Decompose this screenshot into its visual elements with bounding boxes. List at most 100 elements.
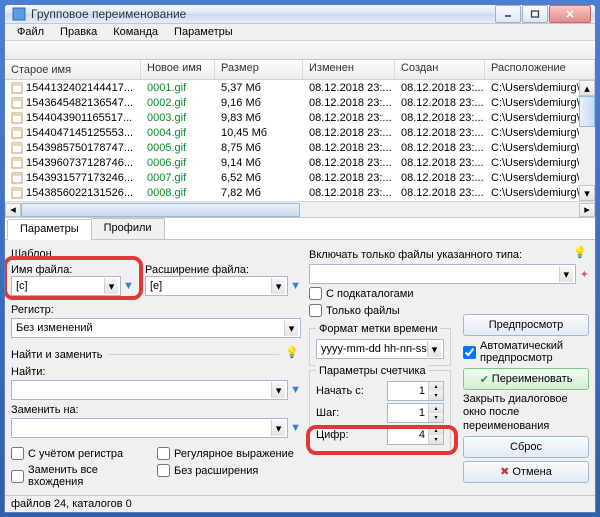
table-row[interactable]: 1543645482136547...0002.gif9,16 Мб08.12.… xyxy=(5,95,595,110)
chevron-down-icon[interactable]: ▾ xyxy=(427,341,441,357)
register-label: Регистр: xyxy=(11,304,301,316)
template-section-label: Шаблон xyxy=(11,248,301,260)
file-icon xyxy=(11,127,23,139)
tab-profiles[interactable]: Профили xyxy=(91,218,165,239)
tab-strip: Параметры Профили xyxy=(5,218,595,240)
menu-command[interactable]: Команда xyxy=(105,24,166,40)
file-icon xyxy=(11,82,23,94)
regex-checkbox[interactable]: Регулярное выражение xyxy=(157,447,294,460)
file-grid: Старое имя Новое имя Размер Изменен Созд… xyxy=(5,60,595,218)
action-buttons: Предпросмотр Автоматический предпросмотр… xyxy=(463,314,589,483)
include-label: Включать только файлы указанного типа: xyxy=(309,249,522,261)
scroll-right-icon[interactable]: ▸ xyxy=(579,203,595,217)
grid-header: Старое имя Новое имя Размер Изменен Созд… xyxy=(5,60,595,80)
counter-legend: Параметры счетчика xyxy=(316,365,429,377)
bottom-panel: Параметры Профили Шаблон Имя файла: [c] … xyxy=(5,218,595,495)
scroll-thumb-h[interactable] xyxy=(21,203,300,217)
minimize-button[interactable] xyxy=(495,5,521,23)
x-icon: ✖ xyxy=(500,465,509,478)
digits-input[interactable] xyxy=(388,429,428,441)
col-old[interactable]: Старое имя xyxy=(5,60,141,79)
scroll-up-icon[interactable]: ▴ xyxy=(579,80,595,96)
table-row[interactable]: 1543985750178747...0005.gif8,75 Мб08.12.… xyxy=(5,140,595,155)
ts-legend: Формат метки времени xyxy=(316,323,440,335)
tab-params[interactable]: Параметры xyxy=(7,219,92,240)
digits-label: Цифр: xyxy=(316,429,383,441)
scroll-left-icon[interactable]: ◂ xyxy=(5,203,21,217)
file-icon xyxy=(11,142,23,154)
filter-icon[interactable]: ✦ xyxy=(580,268,589,281)
table-row[interactable]: 1543960737128746...0006.gif9,14 Мб08.12.… xyxy=(5,155,595,170)
ext-dropdown-icon[interactable]: ▼ xyxy=(290,280,301,292)
chevron-down-icon[interactable]: ▾ xyxy=(104,278,118,294)
start-label: Начать с: xyxy=(316,385,383,397)
check-icon: ✔ xyxy=(480,373,489,386)
start-spin[interactable]: ▴▾ xyxy=(387,381,444,401)
col-crt[interactable]: Создан xyxy=(395,60,485,79)
app-window: Групповое переименование Файл Правка Ком… xyxy=(4,4,596,513)
chevron-down-icon[interactable]: ▾ xyxy=(271,278,285,294)
chevron-down-icon[interactable]: ▾ xyxy=(271,420,285,436)
reset-button[interactable]: Сброс xyxy=(463,436,589,458)
case-checkbox[interactable]: С учётом регистра xyxy=(11,447,151,460)
table-row[interactable]: 1543931577173246...0007.gif6,52 Мб08.12.… xyxy=(5,170,595,185)
ts-combo[interactable]: yyyy-mm-dd hh-nn-ss ▾ xyxy=(316,339,444,359)
replace-combo[interactable]: ▾ xyxy=(11,418,288,438)
scroll-down-icon[interactable]: ▾ xyxy=(579,185,595,201)
titlebar[interactable]: Групповое переименование xyxy=(5,5,595,24)
col-size[interactable]: Размер xyxy=(215,60,303,79)
auto-preview-checkbox[interactable]: Автоматический предпросмотр xyxy=(463,340,589,364)
file-icon xyxy=(11,157,23,169)
start-input[interactable] xyxy=(388,385,428,397)
scrollbar-vertical[interactable]: ▴ ▾ xyxy=(579,80,595,201)
rename-button[interactable]: ✔Переименовать xyxy=(463,368,589,390)
subdirs-checkbox[interactable]: С подкаталогами xyxy=(309,287,589,300)
maximize-button[interactable] xyxy=(522,5,548,23)
all-checkbox[interactable]: Заменить все вхождения xyxy=(11,464,151,488)
help-icon[interactable]: 💡 xyxy=(285,346,301,362)
file-icon xyxy=(11,172,23,184)
menu-edit[interactable]: Правка xyxy=(52,24,105,40)
timestamp-fieldset: Формат метки времени yyyy-mm-dd hh-nn-ss… xyxy=(309,328,451,366)
left-column: Шаблон Имя файла: [c] ▾ ▼ xyxy=(11,246,301,489)
cancel-button[interactable]: ✖Отмена xyxy=(463,461,589,483)
replace-dropdown-icon[interactable]: ▼ xyxy=(290,422,301,434)
scroll-thumb-v[interactable] xyxy=(579,96,595,127)
table-row[interactable]: 1544043901165517...0003.gif9,83 Мб08.12.… xyxy=(5,110,595,125)
table-row[interactable]: 1544132402144417...0001.gif5,37 Мб08.12.… xyxy=(5,80,595,95)
step-input[interactable] xyxy=(388,407,428,419)
close-button[interactable] xyxy=(549,5,591,23)
ext-combo[interactable]: [e] ▾ xyxy=(145,276,288,296)
menu-file[interactable]: Файл xyxy=(9,24,52,40)
find-dropdown-icon[interactable]: ▼ xyxy=(290,384,301,396)
right-column: Включать только файлы указанного типа: 💡… xyxy=(309,246,589,489)
file-icon xyxy=(11,187,23,199)
preview-button[interactable]: Предпросмотр xyxy=(463,314,589,336)
grid-body[interactable]: 1544132402144417...0001.gif5,37 Мб08.12.… xyxy=(5,80,595,201)
chevron-down-icon[interactable]: ▾ xyxy=(284,320,298,336)
params-panel: Шаблон Имя файла: [c] ▾ ▼ xyxy=(5,240,595,495)
scrollbar-horizontal[interactable]: ◂ ▸ xyxy=(5,201,595,217)
col-loc[interactable]: Расположение xyxy=(485,60,595,79)
noext-checkbox[interactable]: Без расширения xyxy=(157,464,258,477)
col-new[interactable]: Новое имя xyxy=(141,60,215,79)
table-row[interactable]: 1544047145125553...0004.gif10,45 Мб08.12… xyxy=(5,125,595,140)
counter-fieldset: Параметры счетчика Начать с: ▴▾ Шаг: ▴▾ xyxy=(309,370,451,454)
include-combo[interactable]: ▾ xyxy=(309,264,576,284)
file-icon xyxy=(11,112,23,124)
register-combo[interactable]: Без изменений ▾ xyxy=(11,318,301,338)
chevron-down-icon[interactable]: ▾ xyxy=(271,382,285,398)
find-combo[interactable]: ▾ xyxy=(11,380,288,400)
find-label: Найти: xyxy=(11,366,301,378)
filename-dropdown-icon[interactable]: ▼ xyxy=(123,280,134,292)
filename-combo[interactable]: [c] ▾ xyxy=(11,276,121,296)
ext-value: [e] xyxy=(150,280,271,292)
col-mod[interactable]: Изменен xyxy=(303,60,395,79)
step-spin[interactable]: ▴▾ xyxy=(387,403,444,423)
chevron-down-icon[interactable]: ▾ xyxy=(559,266,573,282)
menu-params[interactable]: Параметры xyxy=(166,24,241,40)
digits-spin[interactable]: ▴▾ xyxy=(387,425,444,445)
table-row[interactable]: 1543856022131526...0008.gif7,82 Мб08.12.… xyxy=(5,185,595,200)
help-icon[interactable]: 💡 xyxy=(573,246,589,262)
ts-value: yyyy-mm-dd hh-nn-ss xyxy=(321,343,427,355)
